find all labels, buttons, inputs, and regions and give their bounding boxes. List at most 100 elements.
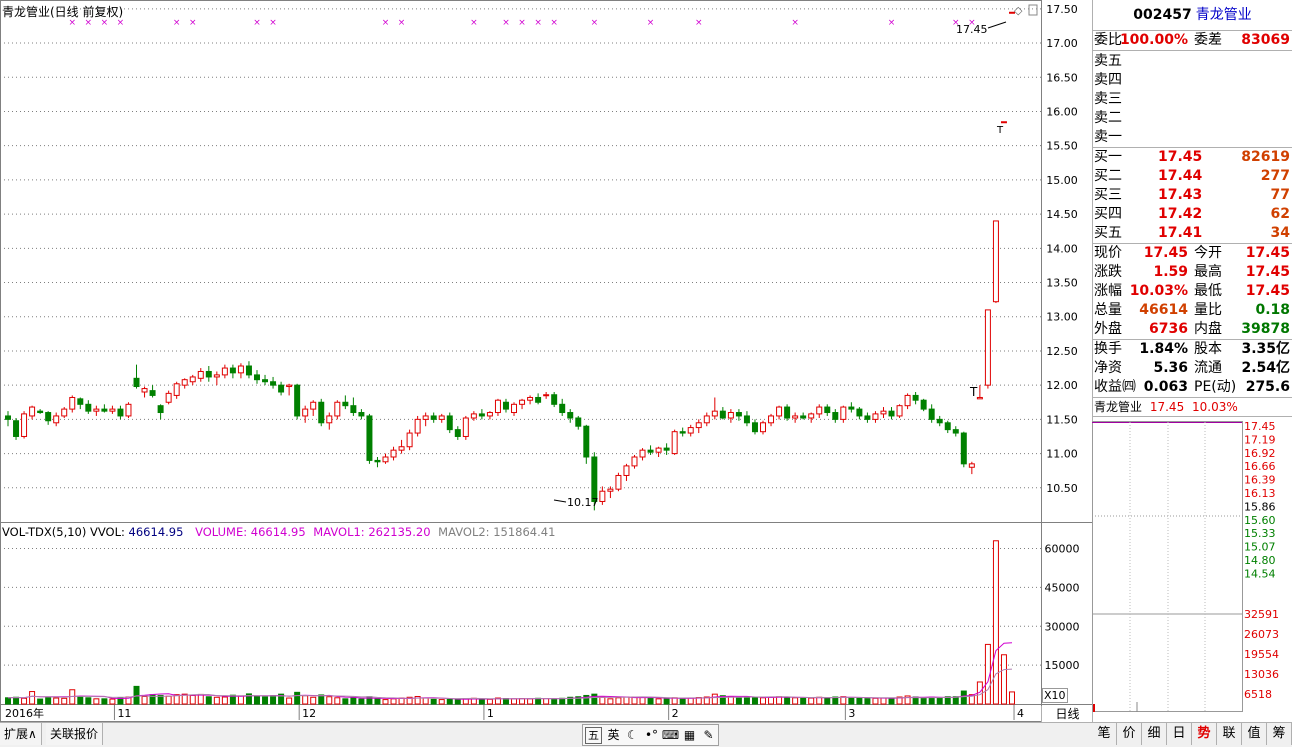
date-label: 11 (117, 707, 131, 720)
price-tick-label: 10.50 (1046, 482, 1078, 495)
buy-price-4: 17.41 (1158, 225, 1203, 241)
candle-body-up (816, 406, 823, 415)
stat-row-1-label: 涨跌 (1094, 264, 1122, 280)
date-label: 4 (1017, 707, 1024, 720)
candle-body-up (727, 412, 734, 419)
period-day-button[interactable]: 日线 (1041, 706, 1093, 722)
moon-icon[interactable]: ☾ (623, 725, 642, 745)
stat2-row-1-value: 5.36 (1153, 360, 1188, 376)
volume-bar-down (13, 696, 20, 705)
tab-expand[interactable]: 扩展∧ (0, 723, 42, 745)
grid-icon[interactable]: ▦ (680, 725, 699, 745)
volume-bar-down (888, 697, 895, 705)
volume-bar-up (438, 699, 445, 705)
volume-bar-down (205, 696, 212, 705)
stat-row-2-value: 10.03% (1129, 283, 1188, 299)
volume-bar-down (647, 697, 654, 705)
candle-body-down (832, 412, 839, 420)
buy-row-1: 买二 17.44 277 (1093, 167, 1292, 186)
side-tab-7[interactable]: 筹 (1267, 723, 1292, 745)
mini-price-tick: 16.92 (1244, 447, 1276, 460)
mavol2-value: MAVOL2: 151864.41 (438, 525, 556, 539)
volume-bar-up (1009, 691, 1015, 705)
sell-row-4: 卖一 (1093, 128, 1292, 147)
volume-bar-down (824, 697, 831, 705)
stat-row-3-label: 总量 (1094, 302, 1122, 318)
volume-tick-label: 15000 (1045, 659, 1080, 672)
side-tab-3[interactable]: 日 (1167, 723, 1192, 745)
volume-bar-up (615, 697, 622, 705)
t-marker-2: T (996, 125, 1004, 136)
candle-body-down (502, 401, 509, 410)
buy-volume-1: 277 (1260, 168, 1290, 184)
volume-bar-up (21, 697, 28, 705)
candle-body-up (286, 384, 293, 388)
bottom-bar: 扩展∧ 关联报价 五 英 ☾ •° ⌨ ▦ ✎ 笔价细日势联值筹 (0, 722, 1292, 747)
candle-body-up (390, 449, 397, 458)
volume-bar-down (743, 696, 750, 705)
side-tab-5[interactable]: 联 (1217, 723, 1242, 745)
candle-body-down (358, 412, 365, 417)
candle-body-down (800, 415, 807, 419)
price-tick-label: 14.50 (1046, 208, 1078, 221)
volume-bar-down (262, 696, 269, 705)
tab-related-quotes[interactable]: 关联报价 (46, 723, 104, 745)
stat-row-4-label2: 内盘 (1194, 321, 1222, 337)
wubi-icon[interactable]: 五 (585, 727, 602, 744)
side-tab-4[interactable]: 势 (1192, 723, 1217, 745)
chart-frame (0, 0, 1042, 722)
signal-marker: × (791, 18, 799, 28)
volume-bar-up (382, 699, 389, 705)
volume-bar-down (77, 696, 84, 705)
dots-icon[interactable]: •° (642, 725, 661, 745)
signal-marker: × (534, 18, 542, 28)
candle-body-down (229, 367, 236, 374)
candle-body-up (125, 403, 132, 417)
mini-vol-tick: 6518 (1244, 688, 1272, 701)
mini-chart-header: 青龙管业 17.45 10.03% (1093, 398, 1292, 417)
candle-body-down (85, 403, 92, 412)
stat-row-3-value: 46614 (1139, 302, 1188, 318)
sell-row-4-label: 卖一 (1094, 129, 1122, 145)
buy-price-0: 17.45 (1158, 149, 1203, 165)
candle-body-down (848, 406, 855, 410)
mini-price-tick: 15.33 (1244, 527, 1276, 540)
volume-bar-down (270, 695, 277, 705)
candle-body-down (864, 415, 871, 420)
volume-bar-up (687, 697, 694, 705)
signal-marker: × (382, 18, 390, 28)
stock-name: 青龙管业 (1195, 7, 1252, 23)
candle-body-up (326, 415, 333, 424)
english-icon[interactable]: 英 (604, 725, 623, 745)
candle-body-down (888, 410, 895, 417)
volume-bar-up (486, 698, 493, 705)
price-tick-label: 17.00 (1046, 37, 1078, 50)
volume-bar-down (446, 698, 453, 705)
volume-bar-down (784, 696, 791, 705)
price-tick-label: 16.50 (1046, 71, 1078, 84)
stat-row-1-value2: 17.45 (1245, 264, 1290, 280)
mini-price-tick: 15.07 (1244, 541, 1276, 554)
vvol-value: 46614.95 (128, 525, 184, 539)
volume-bar-up (872, 697, 879, 705)
candle-body-up (671, 431, 678, 455)
stat2-row-2-value2: 275.6 (1245, 379, 1290, 395)
side-tab-1[interactable]: 价 (1117, 723, 1142, 745)
price-tick-label: 12.50 (1046, 345, 1078, 358)
volume-bar-up (711, 693, 718, 705)
candle-body-down (318, 401, 325, 424)
side-tabs: 笔价细日势联值筹 (1092, 723, 1292, 745)
volume-bar-up (880, 697, 887, 705)
mavol1-value: MAVOL1: 262135.20 (313, 525, 431, 539)
side-tab-0[interactable]: 笔 (1092, 723, 1117, 745)
stat-row-0-label: 现价 (1094, 245, 1122, 261)
volume-bar-down (735, 697, 742, 705)
date-label: 1 (487, 707, 494, 720)
keyboard-icon[interactable]: ⌨ (661, 725, 680, 745)
wrench-icon[interactable]: ✎ (699, 725, 718, 745)
side-tab-2[interactable]: 细 (1142, 723, 1167, 745)
side-tab-6[interactable]: 值 (1242, 723, 1267, 745)
buy-row-1-label: 买二 (1094, 168, 1122, 184)
stat-row-3: 总量 46614 量比 0.18 (1093, 301, 1292, 320)
candle-body-up (69, 396, 76, 410)
